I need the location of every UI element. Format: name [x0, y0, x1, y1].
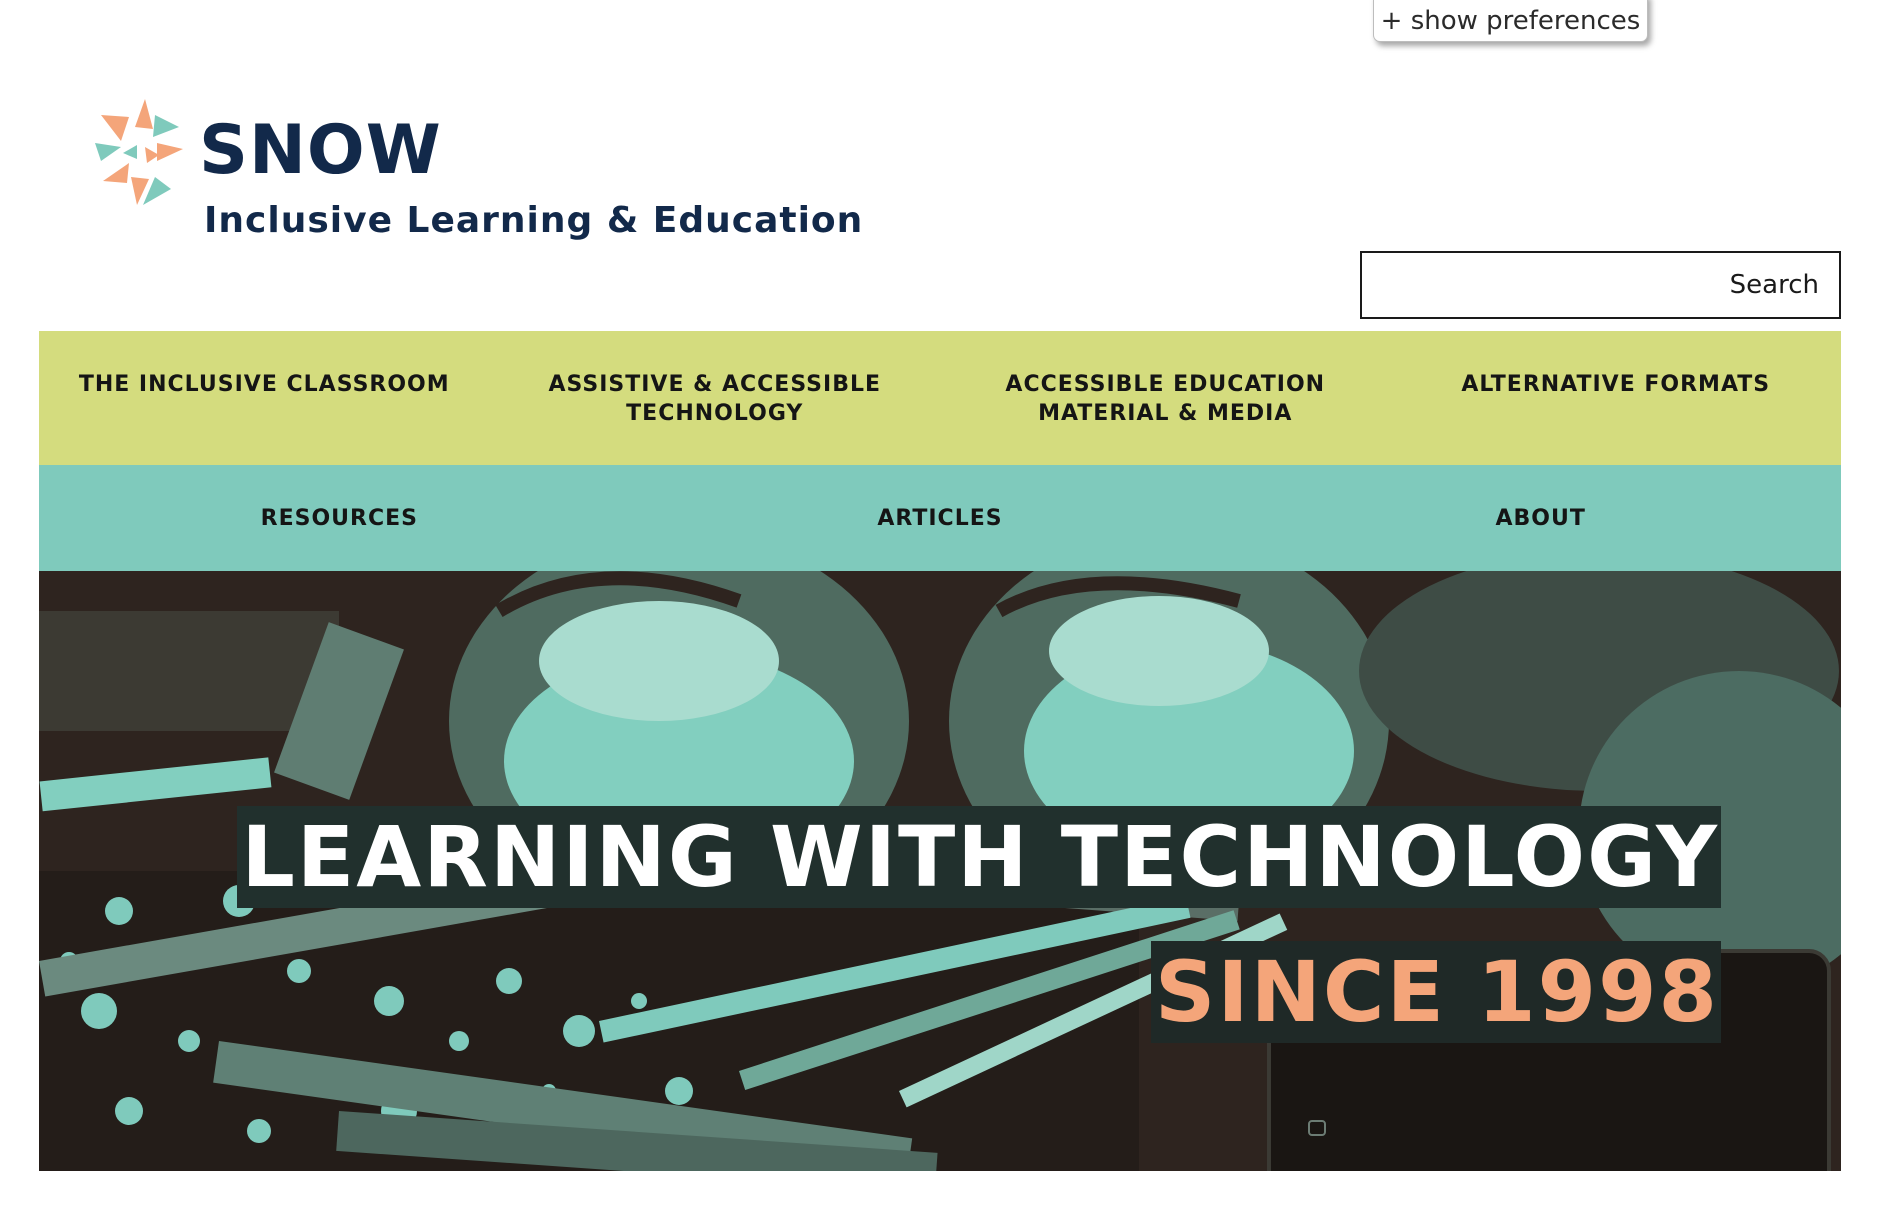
nav-item-inclusive-classroom[interactable]: THE INCLUSIVE CLASSROOM	[39, 331, 490, 465]
hero-banner: LEARNING WITH TECHNOLOGY SINCE 1998	[39, 571, 1841, 1171]
secondary-navigation: RESOURCES ARTICLES ABOUT	[39, 465, 1841, 571]
primary-navigation: THE INCLUSIVE CLASSROOM ASSISTIVE & ACCE…	[39, 331, 1841, 465]
nav-item-accessible-education-material[interactable]: ACCESSIBLE EDUCATION MATERIAL & MEDIA	[940, 331, 1391, 465]
nav-item-resources[interactable]: RESOURCES	[39, 465, 640, 571]
snowflake-logo-icon	[95, 99, 183, 205]
site-name: SNOW	[199, 111, 442, 190]
show-preferences-button[interactable]: + show preferences	[1373, 0, 1648, 42]
hero-subheadline: SINCE 1998	[1150, 941, 1721, 1043]
nav-item-assistive-technology[interactable]: ASSISTIVE & ACCESSIBLE TECHNOLOGY	[490, 331, 941, 465]
nav-item-articles[interactable]: ARTICLES	[640, 465, 1241, 571]
nav-item-alternative-formats[interactable]: ALTERNATIVE FORMATS	[1391, 331, 1842, 465]
nav-item-about[interactable]: ABOUT	[1240, 465, 1841, 571]
site-logo-link[interactable]: SNOW Inclusive Learning & Education	[93, 97, 862, 257]
hero-headline: LEARNING WITH TECHNOLOGY	[237, 805, 1721, 908]
site-tagline: Inclusive Learning & Education	[204, 200, 864, 241]
search-input[interactable]	[1362, 253, 1839, 317]
search-box	[1360, 251, 1841, 319]
